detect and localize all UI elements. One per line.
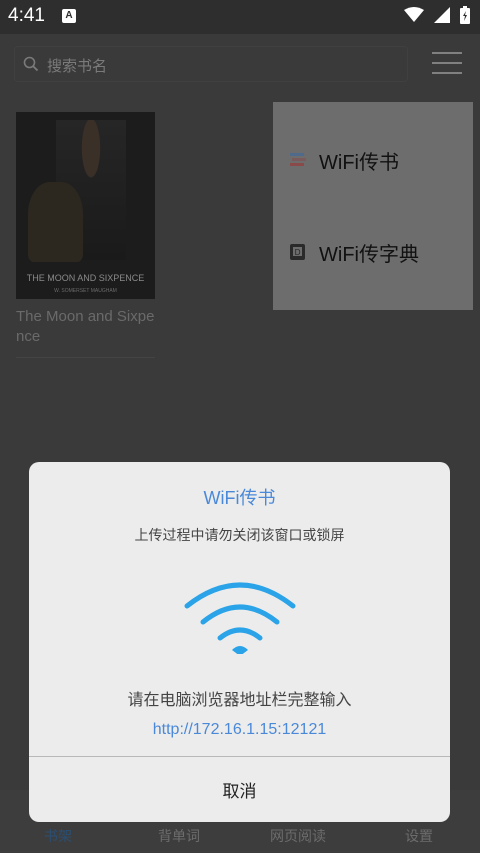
- transfer-url[interactable]: http://172.16.1.15:12121: [29, 721, 450, 739]
- notification-badge: A: [62, 9, 76, 23]
- status-time: 4:41: [8, 5, 45, 26]
- book-cover[interactable]: THE MOON AND SIXPENCE W. SOMERSET MAUGHA…: [16, 112, 155, 299]
- cover-title: THE MOON AND SIXPENCE: [26, 273, 145, 283]
- book-title: The Moon and Sixpence: [16, 308, 155, 345]
- menu-item-label: WiFi传书: [319, 151, 399, 174]
- status-bar: 4:41 A: [0, 0, 480, 34]
- battery-icon: [460, 6, 470, 24]
- search-input[interactable]: 搜索书名: [47, 55, 107, 76]
- wifi-icon: [184, 582, 296, 654]
- divider: [16, 357, 155, 358]
- dialog-instruction: 请在电脑浏览器地址栏完整输入: [127, 690, 352, 709]
- menu-icon[interactable]: [432, 52, 462, 76]
- status-icons: [404, 6, 470, 24]
- menu-item-wifi-book[interactable]: WiFi传书: [273, 130, 473, 190]
- tab-settings[interactable]: 设置: [405, 826, 433, 846]
- svg-text:D: D: [295, 248, 301, 257]
- cell-signal-icon: [434, 7, 450, 23]
- wifi-book-icon: [289, 151, 307, 169]
- menu-item-wifi-dictionary[interactable]: D WiFi传字典: [273, 222, 473, 282]
- book-card[interactable]: THE MOON AND SIXPENCE W. SOMERSET MAUGHA…: [16, 112, 155, 358]
- tab-vocabulary[interactable]: 背单词: [158, 826, 200, 846]
- wifi-signal-icon: [404, 7, 424, 22]
- search-icon: [23, 56, 39, 72]
- dictionary-icon: D: [289, 243, 307, 261]
- dialog-title: WiFi传书: [203, 488, 276, 508]
- menu-item-label: WiFi传字典: [319, 243, 419, 266]
- cover-author: W. SOMERSET MAUGHAM: [54, 288, 117, 294]
- dialog-subtitle: 上传过程中请勿关闭该窗口或锁屏: [134, 528, 345, 544]
- cancel-button[interactable]: 取消: [29, 757, 450, 822]
- search-bar[interactable]: 搜索书名: [14, 46, 408, 82]
- wifi-transfer-dialog: WiFi传书 上传过程中请勿关闭该窗口或锁屏 请在电脑浏览器地址栏完整输入 ht…: [29, 462, 450, 822]
- popup-menu: WiFi传书 D WiFi传字典: [273, 102, 473, 310]
- tab-bookshelf[interactable]: 书架: [44, 826, 72, 846]
- tab-web-reading[interactable]: 网页阅读: [270, 826, 326, 846]
